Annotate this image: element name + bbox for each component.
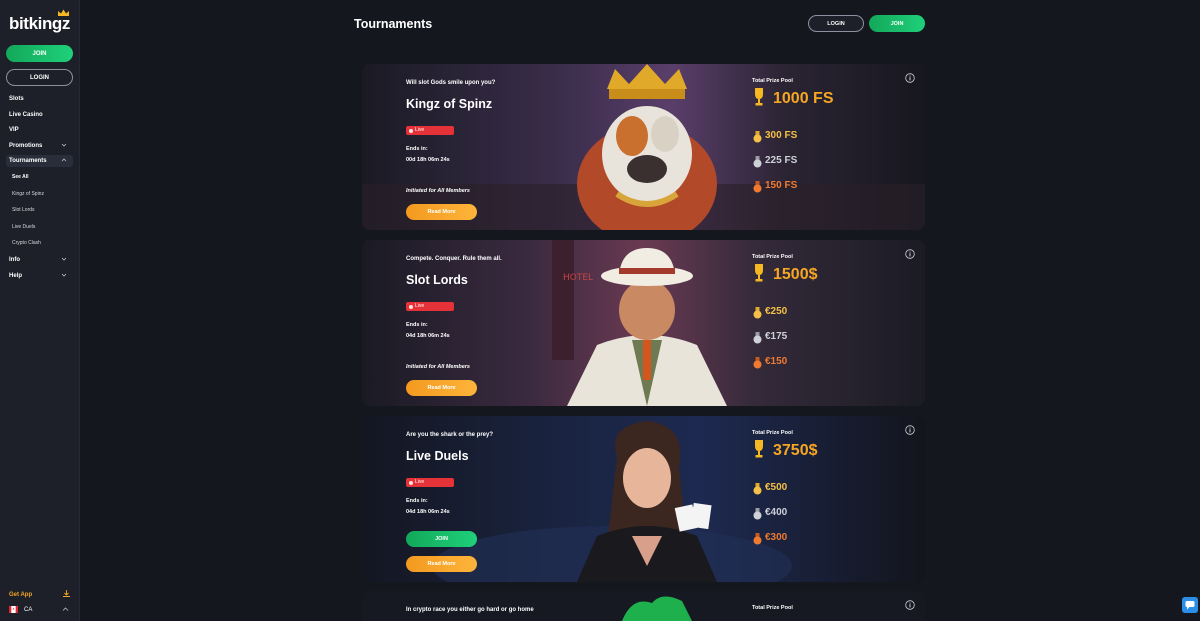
prize-pool-value: 1500$ [773, 266, 818, 283]
sidebar-sub-see-all[interactable]: See All [12, 174, 29, 180]
live-badge: Live [406, 478, 454, 487]
first-prize: €250 [765, 306, 788, 317]
region-selector[interactable]: CA [24, 607, 32, 613]
tournament-card-kingz-of-spinz: Will slot Gods smile upon you? Kingz of … [362, 64, 925, 230]
chevron-down-icon [61, 143, 67, 147]
chat-icon[interactable] [1182, 597, 1198, 613]
hotel-sign: HOTEL [563, 273, 593, 283]
read-more-button[interactable]: Read More [406, 556, 477, 572]
prize-pool-label: Total Prize Pool [752, 605, 793, 611]
card-title: Kingz of Spinz [406, 97, 493, 111]
header-login-button[interactable]: LOGIN [808, 15, 864, 32]
prize-pool-label: Total Prize Pool [752, 78, 793, 84]
sidebar-item-label: Tournaments [9, 158, 47, 164]
sidebar-sub-crypto-clash[interactable]: Crypto Clash [12, 240, 41, 246]
second-prize: 225 FS [765, 155, 798, 166]
read-more-button[interactable]: Read More [406, 204, 477, 220]
sidebar: bitkingz JOIN LOGIN Slots Live Casino VI… [0, 0, 80, 621]
card-kicker: Compete. Conquer. Rule them all. [406, 256, 502, 262]
info-icon[interactable] [905, 73, 915, 83]
crown-icon [58, 9, 69, 16]
third-prize: €300 [765, 532, 788, 543]
first-prize: 300 FS [765, 130, 798, 141]
second-prize: €175 [765, 331, 788, 342]
ends-in-label: Ends in: [406, 146, 428, 152]
countdown: 04d 18h 06m 24s [406, 509, 450, 515]
trophy-icon [755, 264, 763, 282]
silver-medal-icon [753, 156, 762, 168]
prize-pool-label: Total Prize Pool [752, 254, 793, 260]
info-icon[interactable] [905, 249, 915, 259]
gold-medal-icon [753, 307, 762, 319]
ends-in-label: Ends in: [406, 498, 428, 504]
sidebar-join-button[interactable]: JOIN [6, 45, 73, 62]
bulldog-king-illustration [577, 64, 717, 230]
sidebar-item-label: Info [9, 257, 20, 263]
countdown: 04d 18h 06m 24s [406, 333, 450, 339]
trophy-icon [755, 88, 763, 106]
header-join-button[interactable]: JOIN [869, 15, 925, 32]
join-tournament-button[interactable]: JOIN [406, 531, 477, 547]
eligibility-text: Initiated for All Members [406, 188, 470, 194]
card-kicker: Will slot Gods smile upon you? [406, 80, 496, 86]
second-prize: €400 [765, 507, 788, 518]
mobster-illustration: HOTEL [563, 248, 727, 406]
third-prize: 150 FS [765, 180, 798, 191]
bronze-medal-icon [753, 533, 762, 545]
brand-logo[interactable]: bitkingz [9, 14, 70, 34]
card-kicker: Are you the shark or the prey? [406, 432, 494, 438]
card-title: Slot Lords [406, 273, 468, 287]
sidebar-item-live-casino[interactable]: Live Casino [9, 112, 43, 118]
chevron-up-icon[interactable] [62, 606, 69, 613]
third-prize: €150 [765, 356, 788, 367]
prize-pool-label: Total Prize Pool [752, 430, 793, 436]
trophy-icon [755, 440, 763, 458]
card-title: Live Duels [406, 449, 469, 463]
prize-pool-value: 3750$ [773, 442, 818, 459]
live-badge: Live [406, 302, 454, 311]
gold-medal-icon [753, 483, 762, 495]
sidebar-item-label: Promotions [9, 143, 43, 149]
chevron-down-icon [61, 273, 67, 277]
card-kicker: In crypto race you either go hard or go … [406, 607, 534, 613]
sidebar-item-info[interactable]: Info [6, 254, 73, 266]
sidebar-item-promotions[interactable]: Promotions [6, 140, 73, 152]
get-app-link[interactable]: Get App [9, 592, 32, 598]
bronze-medal-icon [753, 357, 762, 369]
info-icon[interactable] [905, 425, 915, 435]
tournament-card-slot-lords: HOTEL Compete. Conquer. Rule them all. S… [362, 240, 925, 406]
read-more-button[interactable]: Read More [406, 380, 477, 396]
silver-medal-icon [753, 332, 762, 344]
sidebar-login-button[interactable]: LOGIN [6, 69, 73, 86]
first-prize: €500 [765, 482, 788, 493]
chevron-up-icon [61, 158, 67, 162]
eligibility-text: Initiated for All Members [406, 364, 470, 370]
countdown: 00d 18h 06m 24s [406, 157, 450, 163]
ends-in-label: Ends in: [406, 322, 428, 328]
tournament-card-live-duels: Are you the shark or the prey? Live Duel… [362, 416, 925, 582]
chevron-down-icon [61, 257, 67, 261]
sidebar-sub-live-duels[interactable]: Live Duels [12, 224, 35, 230]
dealer-woman-illustration [577, 421, 717, 582]
sidebar-item-slots[interactable]: Slots [9, 96, 24, 102]
sidebar-item-help[interactable]: Help [6, 270, 73, 282]
sidebar-sub-slot-lords[interactable]: Slot Lords [12, 207, 35, 213]
sidebar-item-label: Help [9, 273, 23, 279]
prize-pool-value: 1000 FS [773, 90, 834, 107]
sidebar-item-vip[interactable]: VIP [9, 127, 19, 133]
sidebar-sub-kingz-of-spinz[interactable]: Kingz of Spinz [12, 191, 44, 197]
download-icon[interactable] [62, 589, 71, 598]
card-background [362, 591, 925, 621]
bronze-medal-icon [753, 181, 762, 193]
live-badge: Live [406, 126, 454, 135]
page-title: Tournaments [354, 17, 433, 31]
tournament-card-crypto-clash: In crypto race you either go hard or go … [362, 591, 925, 621]
info-icon[interactable] [905, 600, 915, 610]
gold-medal-icon [753, 131, 762, 143]
silver-medal-icon [753, 508, 762, 520]
canada-flag-icon [9, 606, 18, 613]
sidebar-item-tournaments[interactable]: Tournaments [6, 155, 73, 167]
